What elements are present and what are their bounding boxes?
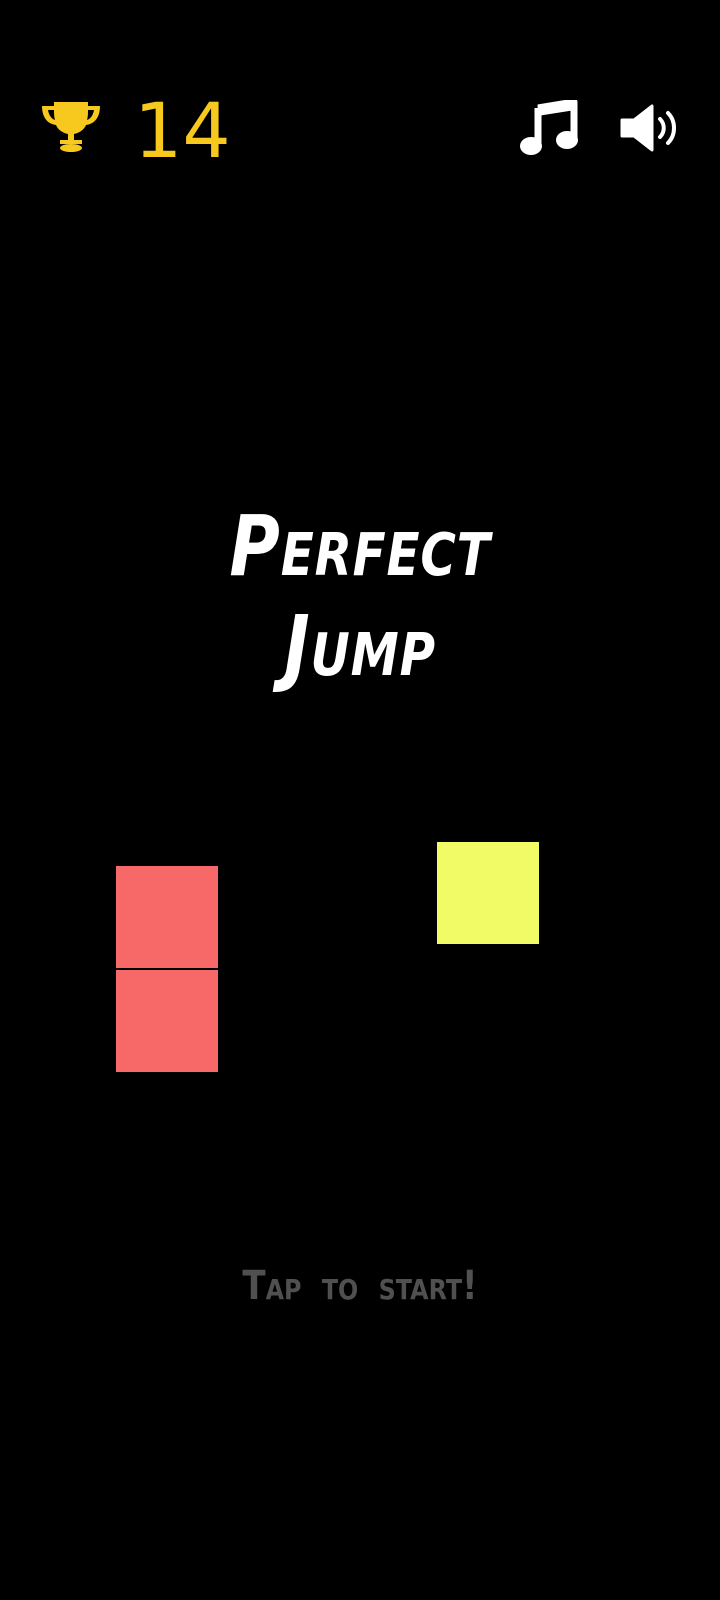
tap-to-start-prompt[interactable]: Tap to start! bbox=[54, 1256, 666, 1316]
music-note-icon bbox=[520, 98, 578, 155]
music-toggle-button[interactable] bbox=[520, 98, 578, 156]
player-block-top bbox=[116, 866, 218, 968]
trophy-icon bbox=[42, 102, 100, 152]
best-score: 14 bbox=[134, 86, 231, 175]
game-title: Perfect Jump bbox=[65, 496, 655, 696]
game-screen[interactable]: 14 Perfect Jump Tap to start! bbox=[0, 0, 720, 1600]
speaker-volume-icon bbox=[620, 104, 676, 152]
sound-toggle-button[interactable] bbox=[620, 104, 686, 152]
player-block-bottom bbox=[116, 970, 218, 1072]
title-line-2: Jump bbox=[284, 597, 436, 695]
target-block bbox=[437, 842, 539, 944]
title-line-1: Perfect bbox=[229, 497, 491, 595]
